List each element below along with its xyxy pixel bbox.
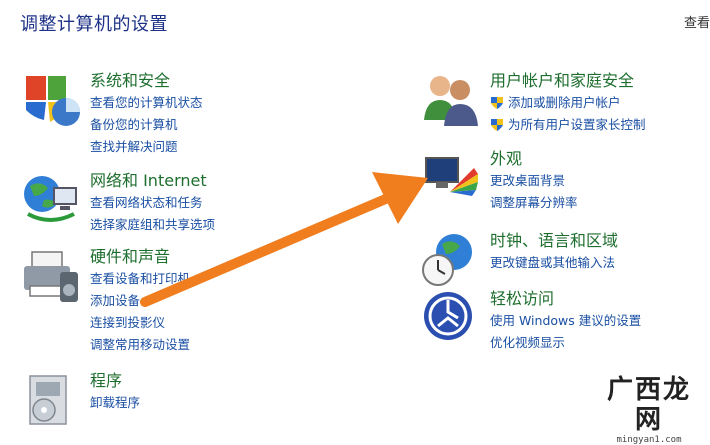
view-by-label[interactable]: 查看 [684,12,710,31]
link-devices-printers[interactable]: 查看设备和打印机 [90,268,330,290]
link-desktop-background[interactable]: 更改桌面背景 [490,170,710,192]
category-title[interactable]: 网络和 Internet [90,170,330,192]
category-title[interactable]: 系统和安全 [90,70,330,92]
link-network-status[interactable]: 查看网络状态和任务 [90,192,330,214]
link-mobility[interactable]: 调整常用移动设置 [90,334,330,356]
link-uninstall[interactable]: 卸载程序 [90,392,330,414]
link-optimize-display[interactable]: 优化视频显示 [490,332,710,354]
category-title[interactable]: 轻松访问 [490,288,710,310]
watermark-url: mingyan1.com [616,435,682,445]
link-add-remove-users[interactable]: 添加或删除用户帐户 [490,92,710,114]
link-parental-controls[interactable]: 为所有用户设置家长控制 [490,114,710,136]
category-title[interactable]: 程序 [90,370,330,392]
programs-box-icon[interactable] [20,370,82,432]
link-backup[interactable]: 备份您的计算机 [90,114,330,136]
link-keyboards[interactable]: 更改键盘或其他输入法 [490,252,710,274]
network-globe-icon[interactable] [20,170,82,232]
clock-globe-icon[interactable] [420,230,482,292]
link-resolution[interactable]: 调整屏幕分辨率 [490,192,710,214]
uac-shield-icon [491,97,503,109]
category-title[interactable]: 硬件和声音 [90,246,330,268]
watermark: 广西龙网 mingyan1.com [594,375,704,445]
page-title: 调整计算机的设置 [20,14,168,35]
link-add-device[interactable]: 添加设备 [90,290,330,312]
link-label: 为所有用户设置家长控制 [508,117,646,132]
category-title[interactable]: 外观 [490,148,710,170]
uac-shield-icon [491,119,503,131]
link-label: 添加或删除用户帐户 [508,95,621,110]
ease-of-access-icon[interactable] [420,288,482,350]
link-view-status[interactable]: 查看您的计算机状态 [90,92,330,114]
link-homegroup[interactable]: 选择家庭组和共享选项 [90,214,330,236]
category-title[interactable]: 时钟、语言和区域 [490,230,710,252]
monitor-color-icon[interactable] [420,148,482,210]
users-icon[interactable] [420,70,482,132]
category-title[interactable]: 用户帐户和家庭安全 [490,70,710,92]
link-projector[interactable]: 连接到投影仪 [90,312,330,334]
shield-pie-icon[interactable] [20,70,82,132]
printer-icon[interactable] [20,246,82,308]
watermark-logo: 广西龙网 [606,375,691,435]
link-troubleshoot[interactable]: 查找并解决问题 [90,136,330,158]
link-windows-suggest[interactable]: 使用 Windows 建议的设置 [490,310,710,332]
